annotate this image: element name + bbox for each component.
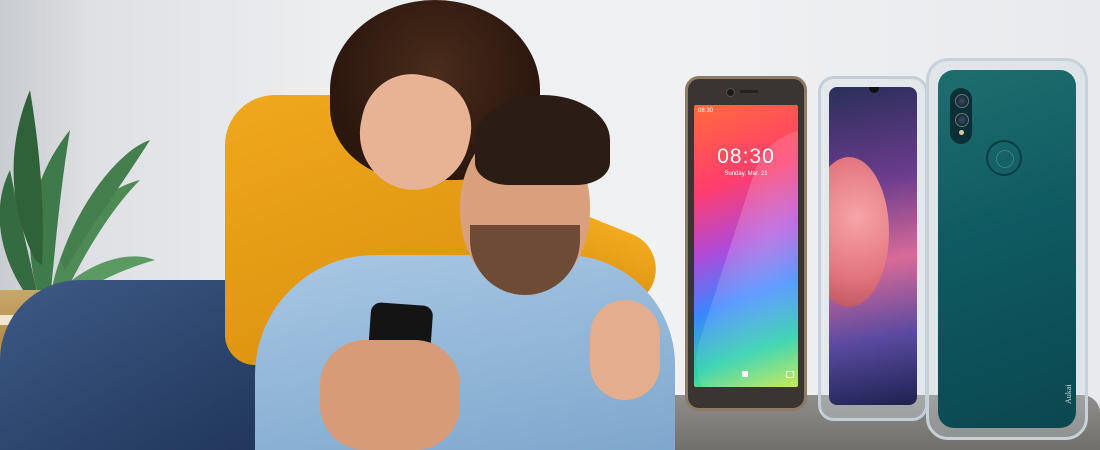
status-bar: 08:30: [698, 108, 714, 114]
phone-front-lockscreen: 08:30 08:30 Sunday, Mar. 21: [685, 76, 807, 411]
man-hands: [320, 340, 460, 450]
phone-clear-case-front: [818, 76, 928, 421]
phone-screen: 08:30 08:30 Sunday, Mar. 21: [694, 105, 798, 387]
lockscreen-date: Sunday, Mar. 21: [724, 171, 768, 177]
rear-camera-module: [950, 88, 972, 144]
phone-clear-case-back: Aukai: [926, 58, 1088, 440]
product-phones: 08:30 08:30 Sunday, Mar. 21 Aukai: [680, 58, 1090, 443]
phone-screen-wallpaper: [829, 87, 917, 405]
lock-icon: [742, 371, 748, 377]
wallpaper-sphere: [829, 157, 889, 307]
camera-icon: [786, 371, 794, 378]
man-hair: [475, 95, 610, 185]
camera-lens-icon: [955, 113, 969, 127]
lockscreen-clock: 08:30: [717, 145, 775, 168]
earpiece-speaker: [740, 90, 758, 93]
promo-banner: 08:30 08:30 Sunday, Mar. 21 Aukai: [0, 0, 1100, 450]
camera-lens-icon: [955, 94, 969, 108]
fingerprint-sensor-icon: [986, 140, 1022, 176]
phone-back-panel: Aukai: [938, 70, 1076, 428]
case-brand-label: Aukai: [1064, 384, 1073, 404]
front-camera-icon: [726, 88, 735, 97]
notch: [869, 87, 879, 93]
flash-icon: [959, 130, 964, 135]
woman-hand-on-shoulder: [590, 300, 660, 400]
